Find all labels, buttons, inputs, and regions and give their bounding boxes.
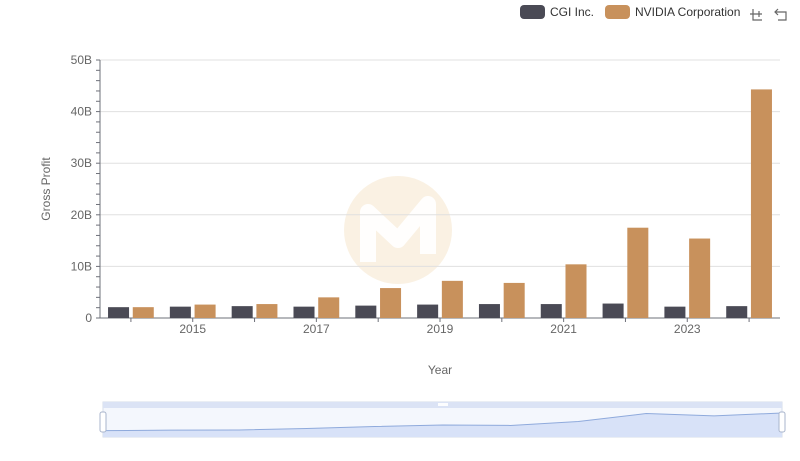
bar-nvidia-2015[interactable]	[194, 304, 216, 318]
y-tick-label: 10B	[71, 259, 92, 273]
zoom-handle-end[interactable]	[778, 411, 786, 433]
y-tick-label: 20B	[71, 208, 92, 222]
logo-watermark-icon	[344, 176, 452, 284]
legend-item[interactable]: NVIDIA Corporation	[605, 5, 740, 19]
zoom-grip-icon[interactable]	[438, 403, 448, 406]
legend-label: CGI Inc.	[550, 5, 594, 19]
bar-nvidia-2014[interactable]	[132, 307, 154, 318]
bar-cgi-2019[interactable]	[417, 304, 439, 318]
y-tick-label: 30B	[71, 156, 92, 170]
bar-nvidia-2019[interactable]	[441, 280, 463, 318]
x-axis-title: Year	[428, 363, 452, 377]
zoom-icon[interactable]	[748, 6, 764, 22]
legend: CGI Inc. NVIDIA Corporation	[520, 5, 740, 19]
legend-item[interactable]: CGI Inc.	[520, 5, 594, 19]
y-tick-label: 50B	[71, 53, 92, 67]
bar-nvidia-2020[interactable]	[503, 282, 525, 318]
bar-nvidia-2024[interactable]	[750, 89, 772, 318]
data-zoom-slider[interactable]	[99, 401, 786, 438]
legend-label: NVIDIA Corporation	[635, 5, 740, 19]
bar-cgi-2014[interactable]	[108, 307, 130, 318]
zoom-handle-start[interactable]	[99, 411, 107, 433]
bar-cgi-2020[interactable]	[478, 304, 500, 318]
bar-nvidia-2016[interactable]	[256, 304, 278, 318]
bar-nvidia-2021[interactable]	[565, 264, 587, 318]
y-tick-label: 0	[85, 311, 92, 325]
bar-cgi-2022[interactable]	[602, 303, 624, 318]
bar-nvidia-2022[interactable]	[627, 227, 649, 318]
bar-cgi-2024[interactable]	[726, 306, 748, 318]
bar-cgi-2017[interactable]	[293, 306, 315, 318]
y-axis-title: Gross Profit	[39, 157, 53, 221]
x-tick-label: 2023	[674, 322, 701, 336]
bar-cgi-2016[interactable]	[231, 306, 253, 318]
bar-cgi-2023[interactable]	[664, 306, 686, 318]
x-tick-label: 2021	[550, 322, 577, 336]
y-tick-label: 40B	[71, 105, 92, 119]
restore-icon[interactable]	[774, 6, 790, 22]
x-tick-label: 2015	[179, 322, 206, 336]
y-axis: 0 10B 20B 30B 40B 50B	[71, 53, 101, 325]
chart: 0 10B 20B 30B 40B 50B 2015 2017 2019 2021 2023 Gr…	[39, 5, 790, 438]
bar-cgi-2021[interactable]	[540, 304, 562, 318]
x-tick-label: 2019	[427, 322, 454, 336]
bar-nvidia-2018[interactable]	[380, 288, 402, 318]
bar-cgi-2018[interactable]	[355, 305, 377, 318]
legend-swatch	[520, 5, 545, 19]
legend-swatch	[605, 5, 630, 19]
bar-nvidia-2017[interactable]	[318, 297, 340, 318]
bar-nvidia-2023[interactable]	[689, 238, 711, 318]
bar-cgi-2015[interactable]	[169, 306, 191, 318]
x-axis: 2015 2017 2019 2021 2023	[100, 317, 780, 336]
x-tick-label: 2017	[303, 322, 330, 336]
